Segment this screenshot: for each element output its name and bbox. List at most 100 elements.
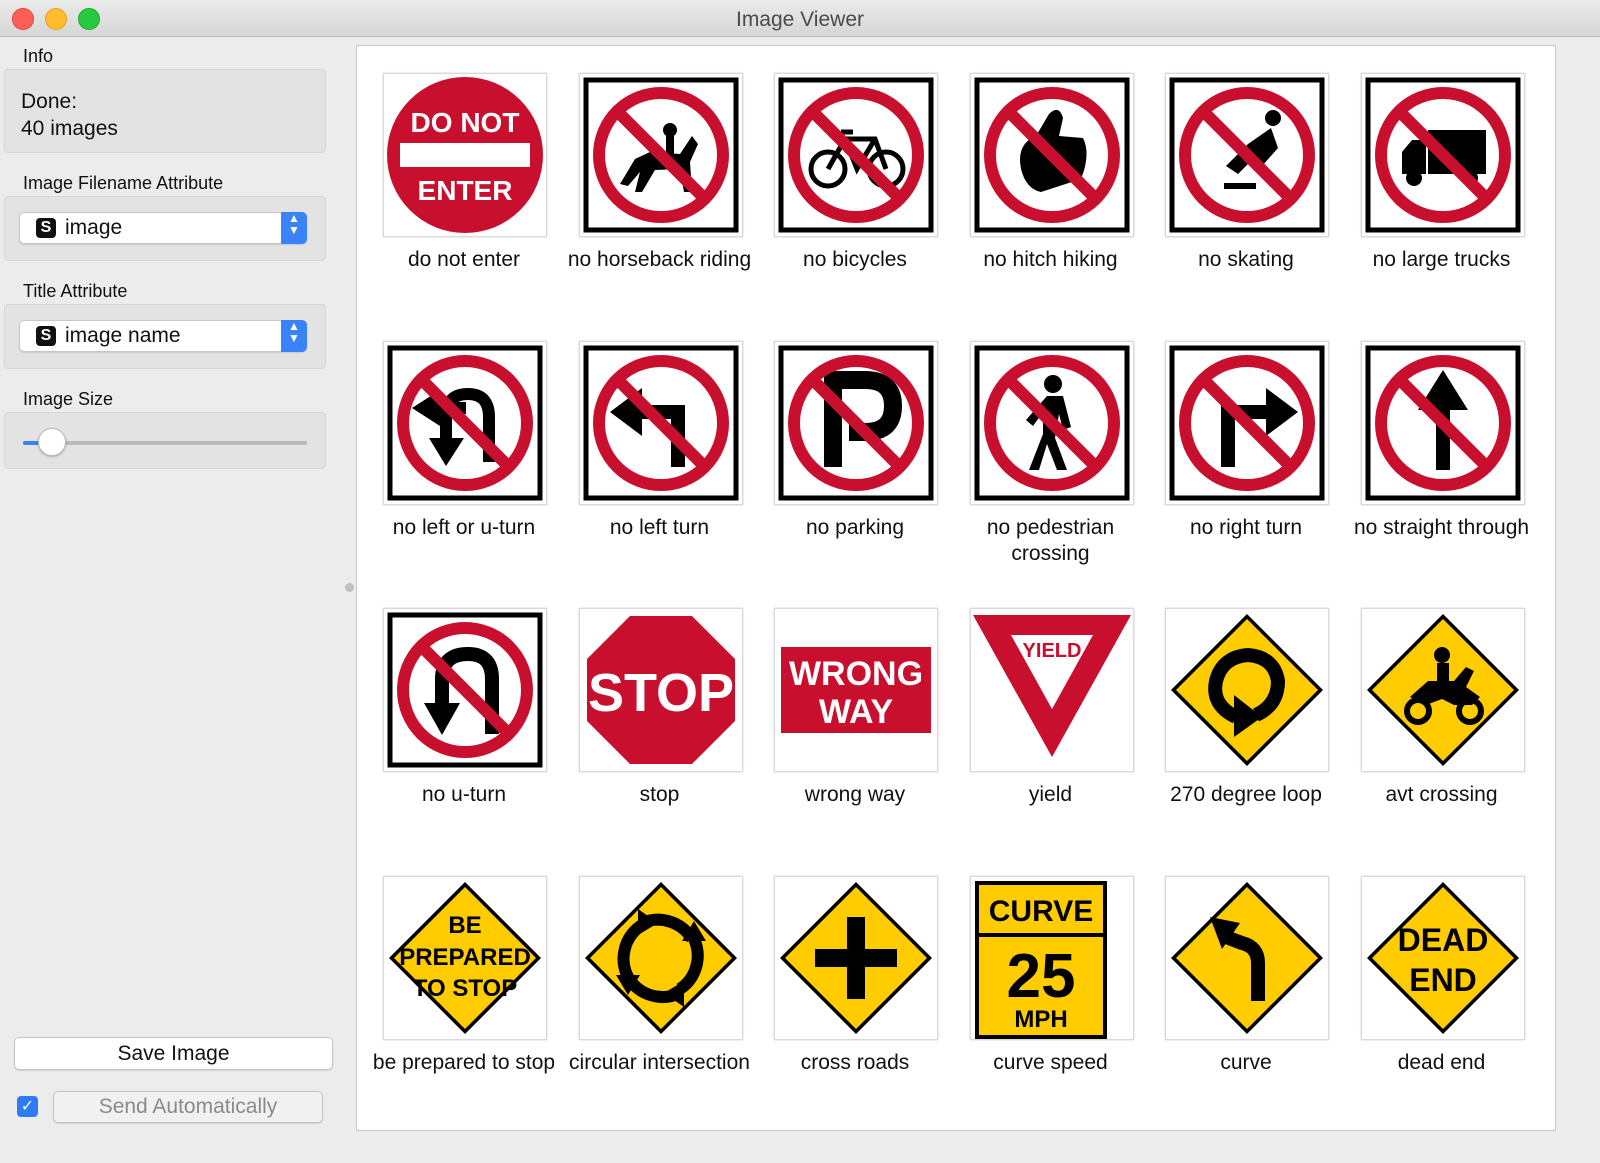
- sign-graphic: [1366, 614, 1519, 766]
- sign-graphic: [1171, 614, 1323, 766]
- save-image-button[interactable]: Save Image: [14, 1037, 333, 1070]
- stop-sign: STOP: [578, 608, 743, 772]
- image-title: dead end: [1397, 1050, 1486, 1074]
- title-attribute-combo[interactable]: S image name ▲ ▼: [19, 320, 307, 352]
- image-tile[interactable]: no left turn: [565, 329, 755, 569]
- string-variable-icon: S: [36, 218, 56, 238]
- sign-graphic: [778, 77, 934, 233]
- image-title: no parking: [805, 515, 905, 539]
- image-title: no skating: [1198, 248, 1294, 271]
- sign-graphic: [974, 77, 1129, 233]
- avt-crossing-sign: [1360, 608, 1525, 772]
- info-box: Done: 40 images: [4, 69, 326, 153]
- sign-text: MPH: [1014, 1006, 1067, 1033]
- info-text: Done: 40 images: [21, 88, 118, 142]
- image-title: stop: [639, 783, 680, 806]
- sign-graphic: [583, 77, 738, 233]
- image-title: cross roads: [800, 1050, 910, 1074]
- sign-text: DEAD: [1397, 922, 1488, 958]
- image-tile[interactable]: no straight through: [1347, 329, 1537, 569]
- image-tile[interactable]: DEAD END dead end: [1347, 864, 1537, 1104]
- no-horseback-riding-sign: [578, 73, 743, 237]
- image-tile[interactable]: CURVE 25 MPH curve speed: [956, 864, 1146, 1104]
- image-tile[interactable]: no horseback riding: [565, 61, 755, 301]
- image-tile[interactable]: no bicycles: [760, 61, 950, 301]
- curve-sign: [1165, 875, 1329, 1040]
- image-tile[interactable]: 270 degree loop: [1151, 596, 1341, 836]
- no-bicycles-sign: [774, 73, 938, 237]
- filename-attribute-box: S image ▲ ▼: [4, 196, 326, 261]
- image-title: no large trucks: [1372, 248, 1511, 271]
- splitter-handle[interactable]: [345, 583, 354, 592]
- sign-graphic: [387, 612, 543, 768]
- image-tile[interactable]: no right turn: [1151, 329, 1341, 569]
- sign-text: END: [1409, 962, 1477, 998]
- image-title: no bicycles: [803, 248, 907, 271]
- image-tile[interactable]: circular intersection: [565, 864, 755, 1104]
- title-bar: Image Viewer: [0, 0, 1600, 37]
- image-tile[interactable]: BE PREPARED TO STOP be prepared to stop: [369, 864, 559, 1104]
- image-tile[interactable]: avt crossing: [1347, 596, 1537, 836]
- image-grid-panel: DO NOT ENTER do not enter no horseback ridi…: [356, 45, 1556, 1131]
- sign-graphic: YIELD: [972, 615, 1131, 757]
- image-tile[interactable]: cross roads: [760, 864, 950, 1104]
- image-title: no hitch hiking: [983, 248, 1118, 271]
- no-u-turn-sign: [383, 608, 547, 772]
- image-tile[interactable]: YIELD yield: [956, 596, 1146, 836]
- sign-graphic: [780, 881, 932, 1034]
- sign-text: BE: [448, 912, 481, 939]
- sign-graphic: [387, 345, 543, 500]
- sign-graphic: [974, 345, 1129, 500]
- no-parking-sign: [774, 340, 938, 505]
- image-tile[interactable]: no u-turn: [369, 596, 559, 836]
- image-title: yield: [1028, 783, 1073, 806]
- image-title: no u-turn: [421, 783, 507, 806]
- info-status: Done:: [21, 90, 78, 113]
- sign-text: YIELD: [1022, 640, 1081, 662]
- do-not-enter-sign: DO NOT ENTER: [383, 73, 547, 237]
- image-tile[interactable]: no hitch hiking: [956, 61, 1146, 301]
- title-attribute-label: Title Attribute: [23, 281, 128, 301]
- sign-graphic: CURVE 25MPH: [974, 880, 1107, 1039]
- sign-text: STOP: [587, 663, 733, 723]
- sign-text: ENTER: [418, 175, 513, 206]
- send-automatically-button[interactable]: Send Automatically: [53, 1091, 323, 1123]
- image-title: 270 degree loop: [1170, 783, 1322, 806]
- sign-text: TO STOP: [413, 975, 517, 1002]
- combo-arrows-icon[interactable]: ▲ ▼: [281, 212, 307, 244]
- slider-knob[interactable]: [38, 428, 67, 456]
- image-tile[interactable]: WRONG WAY wrong way: [760, 596, 950, 836]
- image-title: curve speed: [993, 1050, 1108, 1074]
- image-viewer-window: Image Viewer Info Done: 40 images Image …: [0, 0, 1600, 1163]
- combo-arrows-icon[interactable]: ▲ ▼: [281, 320, 307, 352]
- image-tile[interactable]: no skating: [1151, 61, 1341, 301]
- window-title: Image Viewer: [735, 8, 864, 31]
- send-automatically-checkbox[interactable]: ✓: [17, 1096, 38, 1117]
- filename-attribute-label: Image Filename Attribute: [23, 173, 224, 193]
- sign-graphic: [1365, 77, 1520, 233]
- sign-text: WAY: [819, 693, 894, 731]
- info-label: Info: [23, 46, 54, 66]
- sign-graphic: [583, 345, 738, 500]
- image-title: avt crossing: [1385, 783, 1498, 806]
- info-count: 40 images: [21, 117, 118, 140]
- 270-degree-loop-sign: [1165, 608, 1329, 772]
- title-attribute-box: S image name ▲ ▼: [4, 304, 326, 369]
- image-tile[interactable]: no left or u-turn: [369, 329, 559, 569]
- filename-attribute-combo[interactable]: S image ▲ ▼: [19, 212, 307, 244]
- image-tile[interactable]: no pedestrian crossing: [956, 329, 1146, 569]
- image-tile[interactable]: no large trucks: [1347, 61, 1537, 301]
- image-tile[interactable]: curve: [1151, 864, 1341, 1104]
- image-size-box: [4, 412, 326, 469]
- sign-text: DO NOT: [411, 107, 520, 138]
- wrong-way-sign: WRONG WAY: [774, 608, 938, 772]
- string-variable-icon: S: [36, 326, 56, 346]
- cross-roads-sign: [774, 875, 938, 1040]
- image-tile[interactable]: STOP stop: [565, 596, 755, 836]
- image-tile[interactable]: no parking: [760, 329, 950, 569]
- curve-speed-sign: CURVE 25 MPH: [969, 875, 1134, 1040]
- image-tile[interactable]: DO NOT ENTER do not enter: [369, 61, 559, 301]
- sign-graphic: STOP: [581, 611, 740, 769]
- sign-graphic: WRONGWAY: [777, 643, 935, 737]
- no-left-or-u-turn-sign: [383, 340, 547, 505]
